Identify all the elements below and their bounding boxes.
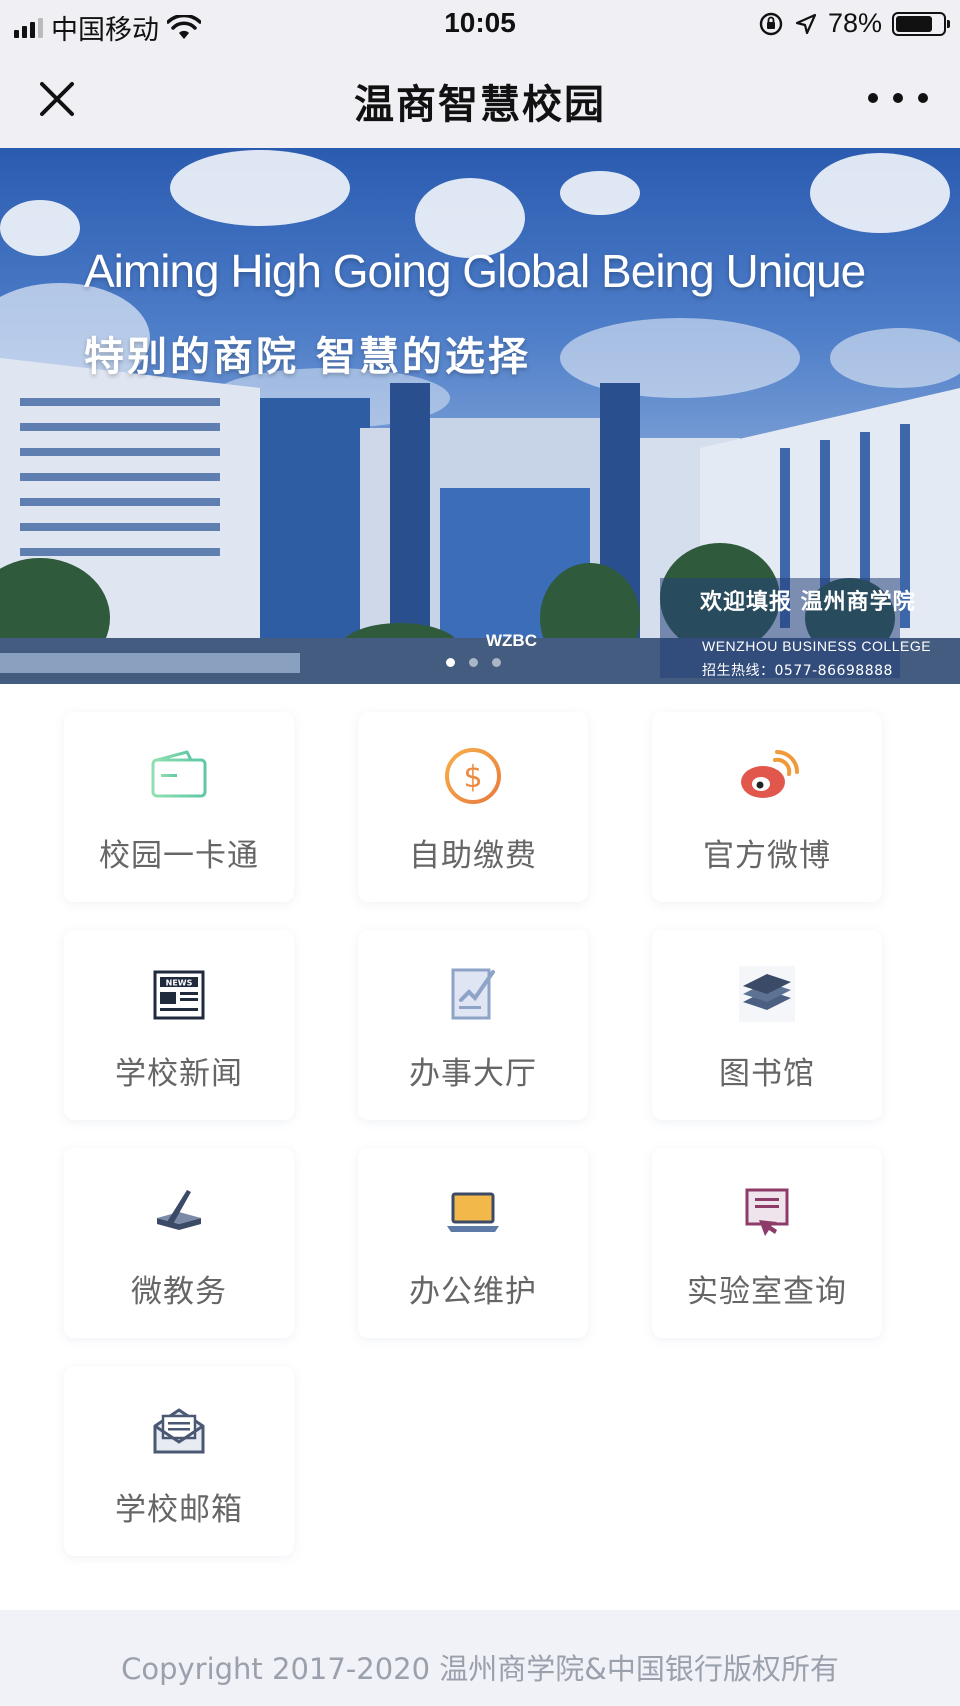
battery-percent: 78% [827, 8, 882, 38]
lab-query-icon [745, 1188, 789, 1236]
tile-payment[interactable]: $ 自助缴费 [358, 712, 588, 902]
svg-text:$: $ [463, 760, 482, 795]
tile-weibo[interactable]: 官方微博 [652, 712, 882, 902]
battery-icon [892, 11, 950, 36]
tile-news[interactable]: NEWS 学校新闻 [64, 930, 294, 1120]
banner-tagline: 特别的商院 智慧的选择 [84, 334, 531, 380]
payment-icon: $ [445, 748, 501, 804]
carousel-dots [446, 658, 501, 667]
tile-label: 实验室查询 [687, 1274, 847, 1310]
nav-bar: 温商智慧校园 [0, 48, 960, 149]
tile-label: 学校邮箱 [115, 1492, 243, 1528]
tile-label: 微教务 [131, 1274, 227, 1310]
tile-label: 校园一卡通 [99, 838, 259, 874]
tile-service-hall[interactable]: 办事大厅 [358, 930, 588, 1120]
tile-label: 学校新闻 [115, 1056, 243, 1092]
status-right: 78% [758, 8, 950, 39]
tile-label: 自助缴费 [409, 838, 537, 874]
banner-slogan: Aiming High Going Global Being Unique [84, 245, 866, 297]
tile-mail[interactable]: 学校邮箱 [64, 1366, 294, 1556]
carousel-dot[interactable] [446, 658, 455, 667]
svg-text:NEWS: NEWS [166, 979, 193, 988]
school-mail-icon [153, 1408, 205, 1454]
banner-hotline: 招生热线：0577-86698888 [702, 663, 893, 679]
tile-label: 官方微博 [703, 838, 831, 874]
news-icon: NEWS [153, 970, 205, 1020]
banner-welcome: 欢迎填报 温州商学院 [700, 590, 916, 615]
tile-lab[interactable]: 实验室查询 [652, 1148, 882, 1338]
weibo-icon [741, 750, 799, 798]
carousel-dot[interactable] [469, 658, 478, 667]
banner-carousel[interactable]: Aiming High Going Global Being Unique 特别… [0, 148, 960, 684]
tile-campus-card[interactable]: 校园一卡通 [64, 712, 294, 902]
status-bar: 中国移动 10:05 78% [0, 0, 960, 48]
copyright-text: Copyright 2017-2020 温州商学院&中国银行版权所有 [121, 1652, 839, 1686]
banner-college: WENZHOU BUSINESS COLLEGE [702, 638, 932, 654]
tile-academic[interactable]: 微教务 [64, 1148, 294, 1338]
tile-library[interactable]: 图书馆 [652, 930, 882, 1120]
academic-affairs-icon [157, 1190, 201, 1230]
footer: Copyright 2017-2020 温州商学院&中国银行版权所有 [0, 1610, 960, 1706]
location-icon [795, 13, 817, 34]
page-title: 温商智慧校园 [354, 82, 606, 128]
campus-card-icon [151, 750, 207, 798]
more-icon[interactable] [868, 78, 928, 118]
tile-label: 图书馆 [719, 1056, 815, 1092]
banner-sign: WZBC [486, 631, 537, 650]
service-hall-icon [451, 968, 495, 1020]
carousel-dot[interactable] [492, 658, 501, 667]
tile-label: 办事大厅 [409, 1056, 537, 1092]
tile-label: 办公维护 [409, 1274, 537, 1310]
office-maintenance-icon [447, 1192, 499, 1232]
library-icon [739, 966, 795, 1022]
tile-office[interactable]: 办公维护 [358, 1148, 588, 1338]
orientation-lock-icon [759, 12, 783, 35]
